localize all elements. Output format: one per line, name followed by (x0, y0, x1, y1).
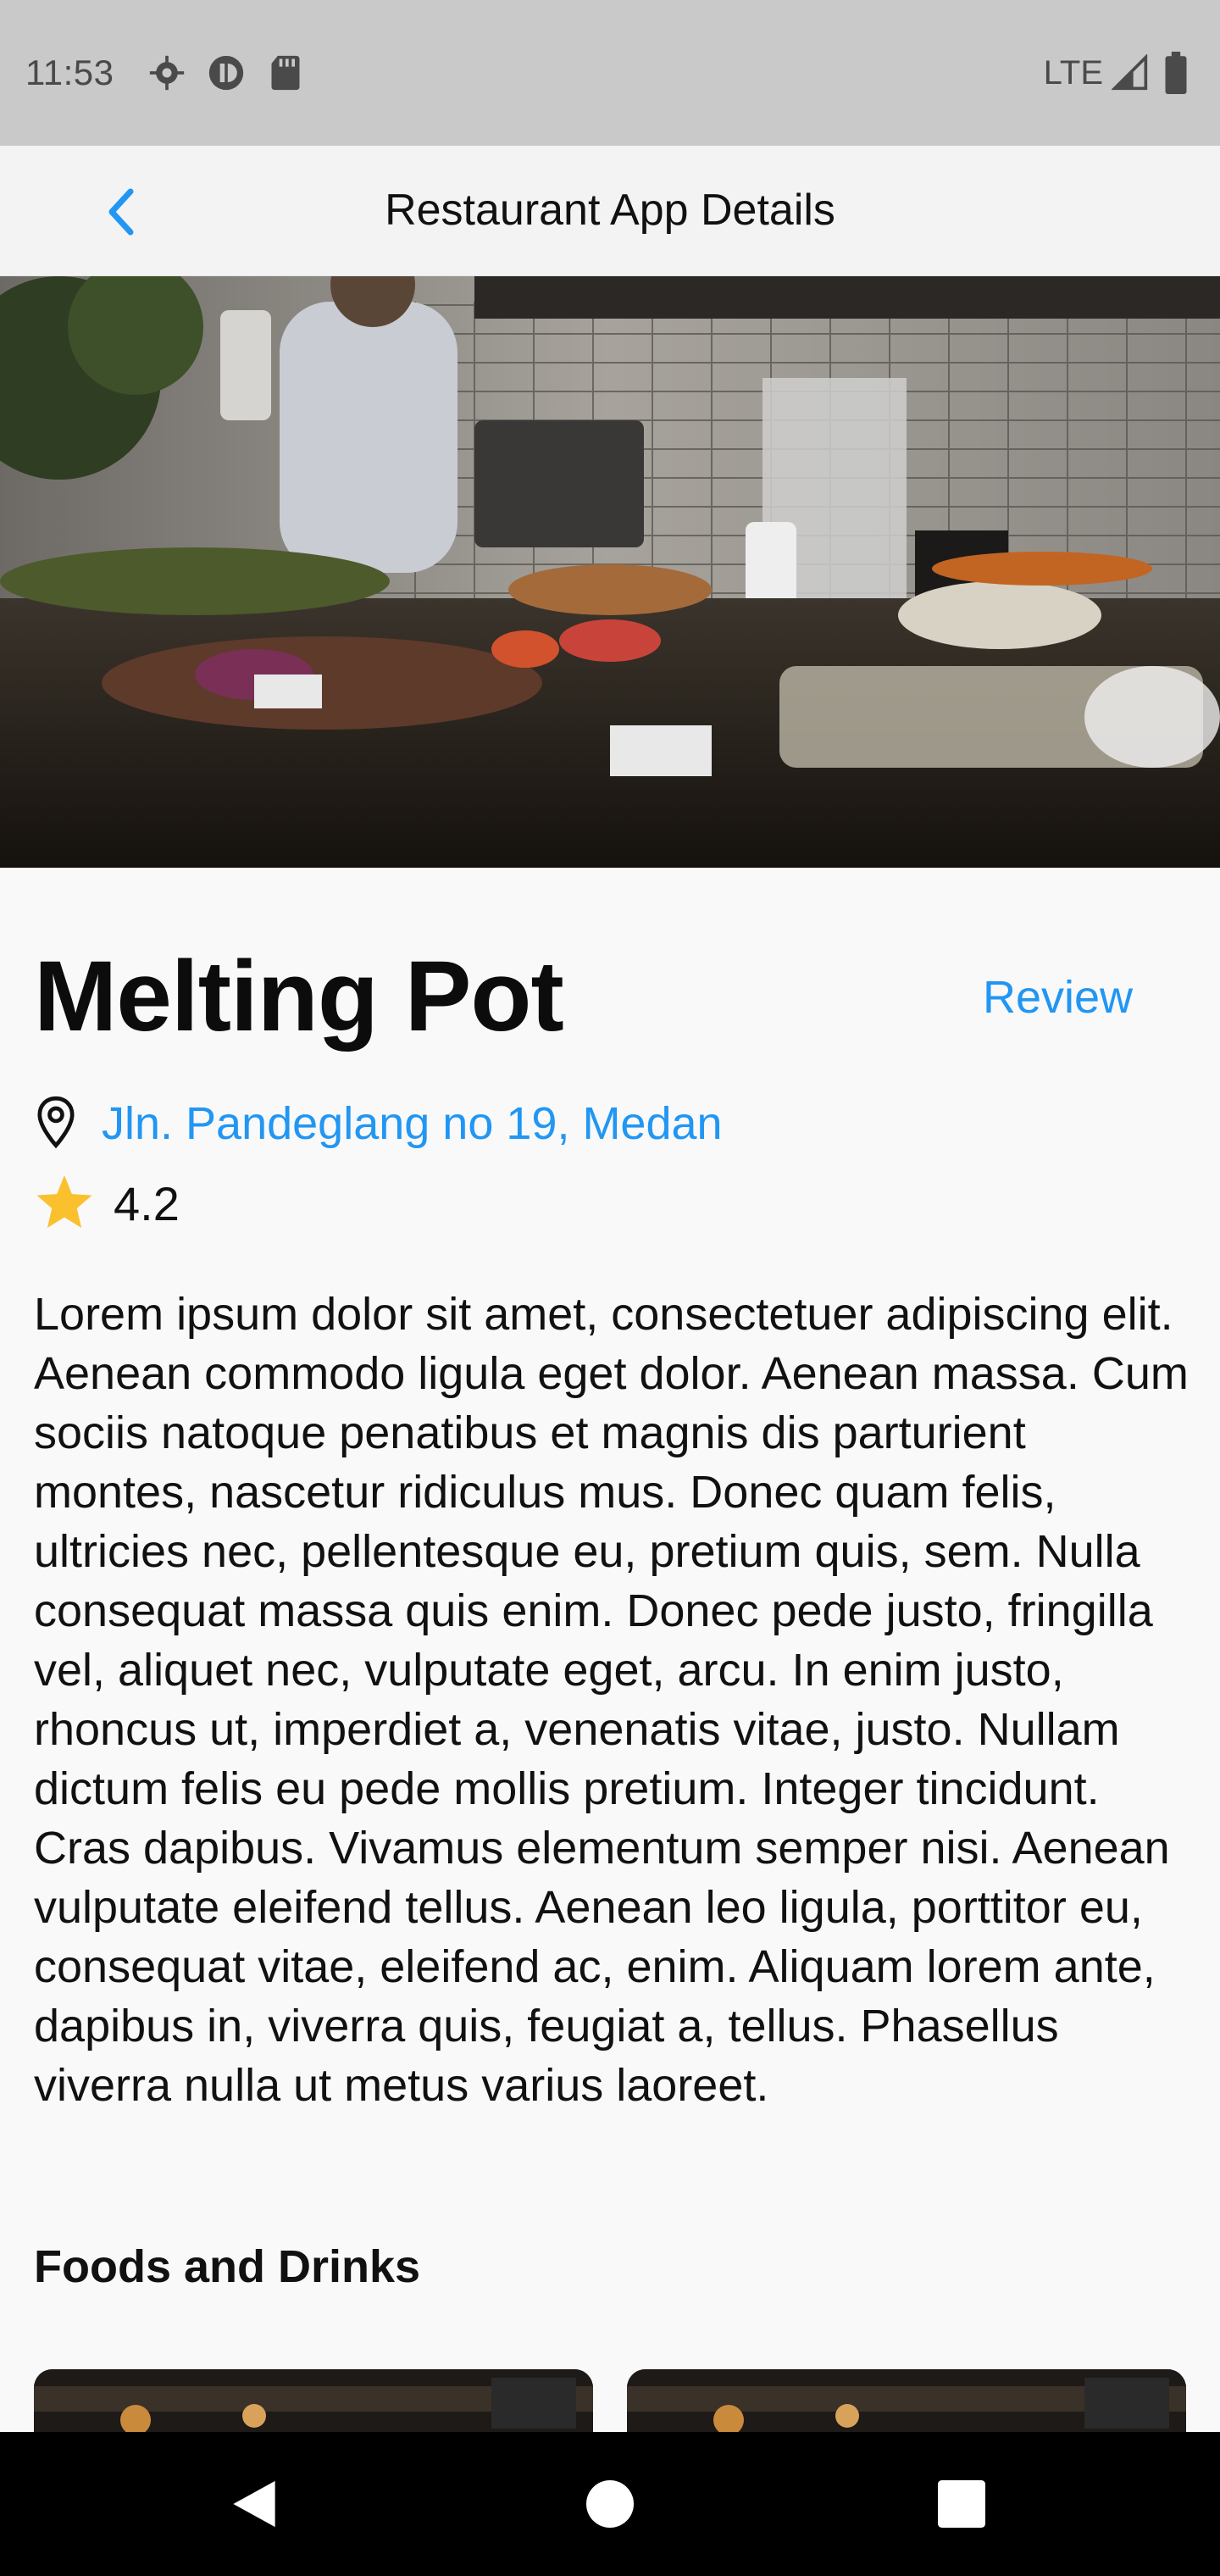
rating-row: 4.2 (34, 1173, 180, 1234)
network-type: LTE (1043, 53, 1103, 92)
restaurant-address[interactable]: Jln. Pandeglang no 19, Medan (102, 1097, 723, 1150)
menu-card-list (34, 2369, 1186, 2432)
system-nav-bar (0, 2432, 1220, 2576)
settings-icon (148, 54, 186, 92)
status-time: 11:53 (25, 53, 114, 92)
status-right: LTE (1043, 52, 1195, 94)
star-icon (34, 1173, 95, 1235)
nav-back-button[interactable] (216, 2466, 292, 2542)
restaurant-hero-image (0, 276, 1220, 868)
battery-icon (1157, 52, 1195, 94)
menu-card[interactable] (627, 2369, 1186, 2432)
back-triangle-icon (233, 2480, 275, 2528)
status-bar: 11:53 LTE (0, 0, 1220, 146)
app-bar: Restaurant App Details (0, 146, 1220, 276)
restaurant-name: Melting Pot (34, 941, 564, 1052)
nav-recents-button[interactable] (923, 2466, 1000, 2542)
menu-card[interactable] (34, 2369, 593, 2432)
rating-value: 4.2 (114, 1176, 180, 1230)
home-circle-icon (586, 2480, 634, 2528)
section-title-foods-drinks: Foods and Drinks (34, 2241, 421, 2292)
review-link[interactable]: Review (983, 971, 1133, 1024)
status-left: 11:53 (25, 53, 304, 93)
nav-home-button[interactable] (572, 2466, 648, 2542)
location-pin-icon (34, 1095, 78, 1153)
sd-card-icon (267, 54, 304, 92)
address-row[interactable]: Jln. Pandeglang no 19, Medan (34, 1093, 723, 1154)
app-bar-title: Restaurant App Details (385, 186, 835, 235)
restaurant-description: Lorem ipsum dolor sit amet, consectetuer… (34, 1289, 1189, 2111)
recents-square-icon (938, 2480, 985, 2528)
signal-icon (1112, 54, 1149, 92)
privacy-icon (208, 54, 245, 92)
